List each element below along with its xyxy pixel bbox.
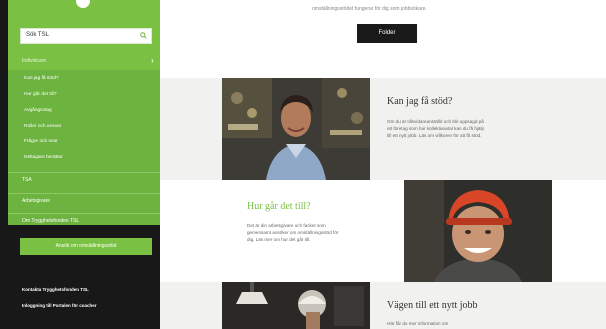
- apply-support-button[interactable]: Ansök om omställningsstöd: [20, 238, 152, 255]
- sidebar-item-label: TSA: [22, 177, 32, 183]
- card-body-line: Här får du mer information om: [387, 321, 449, 326]
- sidebar-item-tsa[interactable]: TSA: [8, 172, 160, 188]
- sidebar-subitem[interactable]: Hur går det till?: [24, 92, 57, 97]
- contact-link[interactable]: Kontakta Trygghetsfonden TSL: [22, 287, 89, 292]
- card-hur-gar-det-till: Hur går det till? Det är din arbetsgivar…: [160, 180, 606, 282]
- card-title[interactable]: Hur går det till?: [247, 201, 311, 212]
- card-title[interactable]: Kan jag få stöd?: [387, 96, 452, 107]
- sidebar-item-om-tsl[interactable]: Om Trygghetsfonden TSL: [8, 213, 160, 229]
- card-vagen-till-nytt-jobb: Vägen till ett nytt jobb Här får du mer …: [160, 282, 606, 329]
- card-body: Det är din arbetsgivare och facket som g…: [247, 222, 338, 243]
- chevron-right-icon: ›: [151, 56, 154, 65]
- sidebar: Sök TSL Individcare › Kan jag få stöd? H…: [0, 0, 160, 329]
- sidebar-item-label: Arbetsgivare: [22, 198, 51, 204]
- sidebar-item-label: Om Trygghetsfonden TSL: [22, 218, 80, 224]
- search-placeholder: Sök TSL: [26, 32, 49, 38]
- sidebar-section-label: Individcare: [22, 58, 47, 64]
- card-title[interactable]: Vägen till ett nytt jobb: [387, 300, 478, 311]
- card-body-line: Om du är tillsvidareanställd och blir up…: [387, 119, 484, 124]
- intro-text: omställningsstödet fungerar för dig som …: [312, 6, 427, 12]
- woman-workshop-photo: [222, 78, 370, 180]
- card-body: Här får du mer information om: [387, 320, 448, 327]
- folder-button[interactable]: Folder: [357, 24, 417, 43]
- sidebar-subitem[interactable]: Frågor och svar: [24, 139, 58, 144]
- sidebar-subitem[interactable]: Kan jag få stöd?: [24, 76, 59, 81]
- apply-support-label: Ansök om omställningsstöd: [55, 243, 117, 249]
- sidebar-section-individcare[interactable]: Individcare ›: [8, 56, 160, 68]
- sidebar-item-arbetsgivare[interactable]: Arbetsgivare: [8, 193, 160, 209]
- card-body-line: Det är din arbetsgivare och facket som: [247, 223, 326, 228]
- sidebar-subitem[interactable]: Roller och ansvar: [24, 124, 61, 129]
- sidebar-subitem[interactable]: Avgångsvtag: [24, 108, 52, 113]
- search-input[interactable]: Sök TSL: [20, 28, 152, 44]
- main-content: omställningsstödet fungerar för dig som …: [160, 0, 606, 329]
- card-body-line: dig. Läs mer om hur det går till.: [247, 237, 311, 242]
- kitchen-photo: [222, 282, 370, 329]
- card-body-line: till ett nytt jobb. Läs om villkoren för…: [387, 133, 482, 138]
- folder-button-label: Folder: [378, 30, 396, 36]
- card-body-line: gemensamt ansöker om omställningsstöd fö…: [247, 230, 339, 235]
- intro-section: omställningsstödet fungerar för dig som …: [160, 0, 606, 78]
- card-kan-jag-fa-stod: Kan jag få stöd? Om du är tillsvidareans…: [160, 78, 606, 180]
- sidebar-subitem[interactable]: Deltagare berättar: [24, 155, 63, 160]
- card-body: Om du är tillsvidareanställd och blir up…: [387, 118, 484, 139]
- card-body-line: ett företag som har kollektivavtal kan d…: [387, 126, 485, 131]
- man-helmet-photo: [404, 180, 552, 282]
- search-icon[interactable]: [140, 32, 147, 39]
- coach-login-link[interactable]: Inloggning till Portalen för coacher: [22, 303, 97, 308]
